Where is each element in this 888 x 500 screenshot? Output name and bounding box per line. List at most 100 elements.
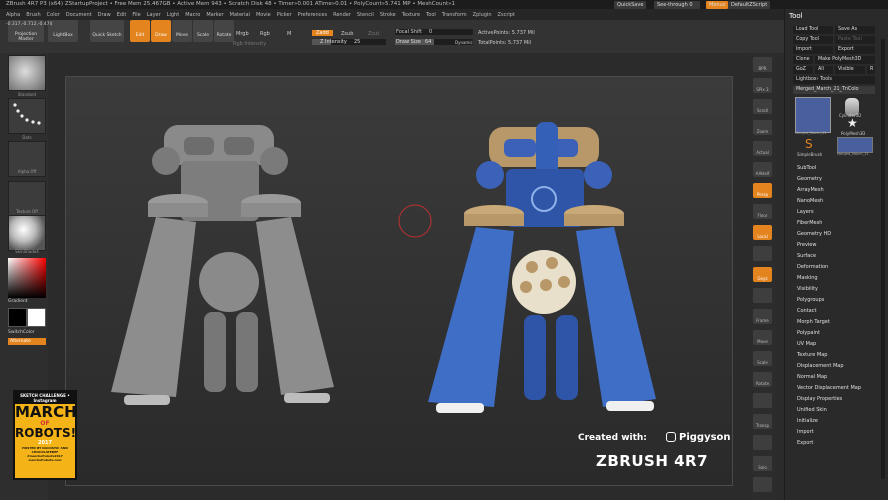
rgb-button[interactable]: Rgb <box>260 31 270 37</box>
shelf-button-blank-16[interactable] <box>753 393 772 408</box>
subpalette-displacement-map[interactable]: Displacement Map <box>797 363 844 369</box>
subpalette-visibility[interactable]: Visibility <box>797 286 818 292</box>
menu-material[interactable]: Material <box>230 12 250 18</box>
edit-button[interactable]: Edit <box>130 20 150 42</box>
shelf-button-aahalf[interactable]: AAHalf <box>753 162 772 177</box>
all-button[interactable]: All <box>815 66 833 74</box>
scale-button[interactable]: Scale <box>193 20 213 42</box>
shelf-button-bpr[interactable]: BPR <box>753 57 772 72</box>
import-button[interactable]: Import <box>793 46 833 54</box>
gradient-label[interactable]: Gradient <box>8 299 46 304</box>
menus-button[interactable]: Menus <box>706 1 729 9</box>
subpalette-nanomesh[interactable]: NanoMesh <box>797 198 823 204</box>
shelf-button-transp[interactable]: Transp <box>753 414 772 429</box>
alternate-button[interactable]: Alternate <box>8 338 46 345</box>
quick-sketch-button[interactable]: Quick Sketch <box>90 20 124 42</box>
subpalette-subtool[interactable]: SubTool <box>797 165 816 171</box>
menu-macro[interactable]: Macro <box>185 12 200 18</box>
dynamic-toggle[interactable]: Dynamic <box>455 40 473 45</box>
menu-light[interactable]: Light <box>167 12 179 18</box>
polymesh3d-star-icon[interactable]: ★ <box>847 116 858 130</box>
rgb-intensity-slider[interactable]: Rgb Intensity <box>233 41 266 47</box>
tool-thumb-merged[interactable] <box>795 97 831 133</box>
load-tool-button[interactable]: Load Tool <box>793 26 833 34</box>
subpalette-masking[interactable]: Masking <box>797 275 818 281</box>
primary-color-swatch[interactable] <box>8 308 27 327</box>
subpalette-export[interactable]: Export <box>797 440 813 446</box>
subpalette-preview[interactable]: Preview <box>797 242 816 248</box>
color-picker[interactable] <box>8 258 46 298</box>
shelf-button-persp[interactable]: Persp <box>753 183 772 198</box>
zsub-button[interactable]: Zsub <box>341 31 353 37</box>
subpalette-normal-map[interactable]: Normal Map <box>797 374 827 380</box>
subpalette-display-properties[interactable]: Display Properties <box>797 396 842 402</box>
tool-palette-scrollbar[interactable] <box>881 39 885 479</box>
rotate-button[interactable]: Rotate <box>214 20 234 42</box>
stroke-icon[interactable] <box>8 98 46 134</box>
menu-color[interactable]: Color <box>47 12 60 18</box>
shelf-button-spix-3[interactable]: SPix 3 <box>753 78 772 93</box>
document-canvas[interactable]: Created with: Piggyson ZBRUSH 4R7 <box>65 76 733 486</box>
shelf-button-actual[interactable]: Actual <box>753 141 772 156</box>
shelf-button-blank-11[interactable] <box>753 288 772 303</box>
subpalette-vector-displacement-map[interactable]: Vector Displacement Map <box>797 385 861 391</box>
move-button[interactable]: Move <box>172 20 192 42</box>
quicksave-button[interactable]: QuickSave <box>614 1 647 9</box>
shelf-button-rotate[interactable]: Rotate <box>753 372 772 387</box>
paste-tool-button[interactable]: Paste Tool <box>835 36 875 44</box>
shelf-button-scale[interactable]: Scale <box>753 351 772 366</box>
shelf-button-local[interactable]: Local <box>753 225 772 240</box>
shelf-button-zoom[interactable]: Zoom <box>753 120 772 135</box>
menu-edit[interactable]: Edit <box>117 12 127 18</box>
subpalette-layers[interactable]: Layers <box>797 209 814 215</box>
zcut-button[interactable]: Zcut <box>368 31 379 37</box>
make-polymesh-button[interactable]: Make PolyMesh3D <box>815 56 875 64</box>
menu-layer[interactable]: Layer <box>147 12 161 18</box>
menu-stencil[interactable]: Stencil <box>357 12 374 18</box>
menu-tool[interactable]: Tool <box>426 12 436 18</box>
shelf-button-gxyz[interactable]: Gxyz <box>753 267 772 282</box>
subpalette-arraymesh[interactable]: ArrayMesh <box>797 187 824 193</box>
subpalette-polygroups[interactable]: Polygroups <box>797 297 824 303</box>
see-through-slider[interactable]: See-through 0 <box>654 1 700 9</box>
focal-shift-slider[interactable]: Focal Shift 0 <box>395 29 473 35</box>
subpalette-fibermesh[interactable]: FiberMesh <box>797 220 822 226</box>
clone-button[interactable]: Clone <box>793 56 813 64</box>
menu-stroke[interactable]: Stroke <box>380 12 396 18</box>
subpalette-contact[interactable]: Contact <box>797 308 816 314</box>
menu-render[interactable]: Render <box>333 12 351 18</box>
subpalette-deformation[interactable]: Deformation <box>797 264 828 270</box>
shelf-button-floor[interactable]: Floor <box>753 204 772 219</box>
subpalette-unified-skin[interactable]: Unified Skin <box>797 407 827 413</box>
switchcolor-button[interactable]: SwitchColor <box>8 330 46 335</box>
save-as-button[interactable]: Save As <box>835 26 875 34</box>
shelf-button-move[interactable]: Move <box>753 330 772 345</box>
menu-brush[interactable]: Brush <box>26 12 40 18</box>
zadd-button[interactable]: Zadd <box>312 30 333 36</box>
goz-button[interactable]: GoZ <box>793 66 813 74</box>
visible-button[interactable]: Visible <box>835 66 865 74</box>
menu-movie[interactable]: Movie <box>256 12 271 18</box>
z-intensity-slider[interactable]: Z Intensity 25 <box>312 39 386 45</box>
subpalette-geometry-hd[interactable]: Geometry HD <box>797 231 831 237</box>
menu-picker[interactable]: Picker <box>277 12 292 18</box>
shelf-button-blank-9[interactable] <box>753 246 772 261</box>
r-button[interactable]: R <box>867 66 875 74</box>
tool-thumb-merged-2[interactable] <box>837 137 873 153</box>
menu-alpha[interactable]: Alpha <box>6 12 20 18</box>
menu-zscript[interactable]: Zscript <box>498 12 515 18</box>
copy-tool-button[interactable]: Copy Tool <box>793 36 833 44</box>
subpalette-import[interactable]: Import <box>797 429 814 435</box>
menu-marker[interactable]: Marker <box>206 12 223 18</box>
shelf-button-solo[interactable]: Solo <box>753 456 772 471</box>
m-button[interactable]: M <box>287 31 291 37</box>
draw-size-slider[interactable]: Draw Size 64 Dynamic <box>395 39 473 45</box>
shelf-button-blank-20[interactable] <box>753 477 772 492</box>
subpalette-geometry[interactable]: Geometry <box>797 176 822 182</box>
brush-icon[interactable] <box>8 55 46 91</box>
lightbox-tools-button[interactable]: Lightbox› Tools <box>793 76 875 84</box>
subpalette-texture-map[interactable]: Texture Map <box>797 352 827 358</box>
shelf-button-frame[interactable]: Frame <box>753 309 772 324</box>
subpalette-morph-target[interactable]: Morph Target <box>797 319 830 325</box>
menu-preferences[interactable]: Preferences <box>298 12 327 18</box>
